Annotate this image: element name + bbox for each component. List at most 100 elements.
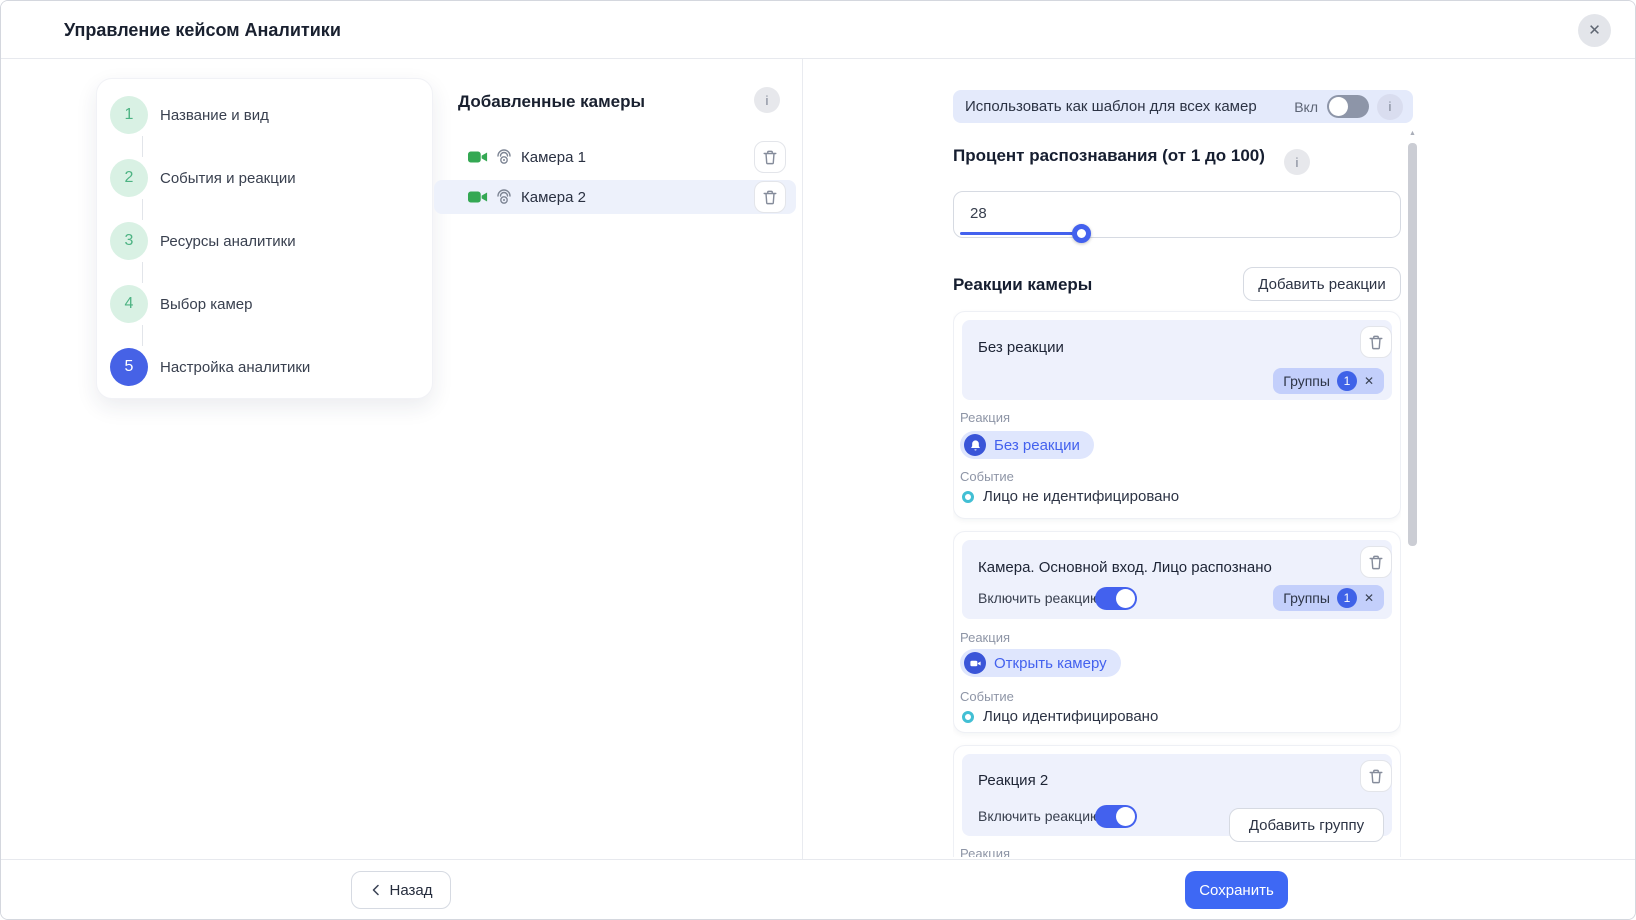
reaction-card-title: Без реакции: [978, 339, 1064, 356]
page-title: Управление кейсом Аналитики: [64, 20, 341, 41]
groups-count-badge: 1: [1337, 371, 1357, 391]
reaction-card: Без реакции Группы 1 ✕ Реакция: [953, 311, 1401, 519]
reaction-card: Камера. Основной вход. Лицо распознано В…: [953, 531, 1401, 733]
cameras-info-button[interactable]: i: [754, 87, 780, 113]
reaction-card-header: Без реакции Группы 1 ✕: [962, 320, 1392, 400]
delete-camera-button[interactable]: [754, 141, 786, 173]
reaction-label: Реакция: [960, 630, 1010, 645]
step-number: 5: [110, 348, 148, 386]
event-label: Событие: [960, 689, 1014, 704]
chip-remove-icon[interactable]: ✕: [1364, 592, 1374, 604]
groups-chip[interactable]: Группы 1 ✕: [1273, 368, 1384, 394]
delete-reaction-button[interactable]: [1360, 760, 1392, 792]
dialog-header: Управление кейсом Аналитики ✕: [1, 1, 1635, 59]
toggle-knob: [1116, 807, 1135, 826]
step-name-and-type[interactable]: 1 Название и вид: [110, 96, 432, 134]
step-analytics-resources[interactable]: 3 Ресурсы аналитики: [110, 222, 432, 260]
toggle-state-label: Вкл: [1294, 99, 1318, 115]
camera-row[interactable]: Камера 1: [434, 140, 796, 174]
dome-camera-icon: [495, 189, 513, 205]
scroll-up-arrow[interactable]: ▲: [1408, 129, 1417, 139]
event-row: Лицо не идентифицировано: [962, 488, 1179, 505]
step-analytics-settings[interactable]: 5 Настройка аналитики: [110, 348, 432, 386]
reaction-card: Реакция 2 Включить реакцию Добавить груп…: [953, 745, 1401, 857]
column-divider: [802, 59, 803, 859]
step-events-reactions[interactable]: 2 События и реакции: [110, 159, 432, 197]
reaction-type-chip[interactable]: Без реакции: [960, 431, 1094, 459]
enable-reaction-toggle[interactable]: [1095, 805, 1137, 828]
info-icon: i: [766, 93, 769, 108]
close-button[interactable]: ✕: [1578, 14, 1611, 47]
add-group-button[interactable]: Добавить группу: [1229, 808, 1384, 842]
delete-reaction-button[interactable]: [1360, 546, 1392, 578]
step-camera-select[interactable]: 4 Выбор камер: [110, 285, 432, 323]
percent-slider-track: [960, 232, 1082, 235]
toggle-knob: [1329, 97, 1348, 116]
percent-slider-handle[interactable]: [1072, 224, 1091, 243]
chevron-left-icon: [370, 884, 382, 896]
recognition-percent-input[interactable]: [970, 205, 1050, 222]
step-connector: [142, 199, 143, 220]
template-label: Использовать как шаблон для всех камер: [965, 98, 1294, 115]
step-connector: [142, 136, 143, 157]
recognition-percent-field: [953, 191, 1401, 238]
step-number: 1: [110, 96, 148, 134]
close-icon: ✕: [1588, 22, 1601, 39]
panel-scrollbar[interactable]: ▲: [1408, 129, 1417, 857]
scrollbar-thumb[interactable]: [1408, 143, 1417, 546]
delete-camera-button[interactable]: [754, 181, 786, 213]
percent-info-button[interactable]: i: [1284, 149, 1310, 175]
back-button[interactable]: Назад: [351, 871, 451, 909]
dialog-body: 1 Название и вид 2 События и реакции 3 Р…: [1, 59, 1636, 859]
step-number: 2: [110, 159, 148, 197]
added-cameras-heading: Добавленные камеры: [458, 92, 645, 112]
step-number: 3: [110, 222, 148, 260]
camera-name: Камера 2: [521, 189, 754, 206]
dialog-footer: Назад Сохранить: [1, 859, 1635, 920]
chip-remove-icon[interactable]: ✕: [1364, 375, 1374, 387]
recognition-percent-heading: Процент распознавания (от 1 до 100): [953, 146, 1265, 166]
enable-reaction-toggle[interactable]: [1095, 587, 1137, 610]
camera-reactions-heading: Реакции камеры: [953, 275, 1092, 295]
video-camera-icon: [468, 189, 488, 205]
step-number: 4: [110, 285, 148, 323]
enable-reaction-label: Включить реакцию: [978, 808, 1101, 824]
template-toggle[interactable]: [1327, 95, 1369, 118]
camera-name: Камера 1: [521, 149, 754, 166]
trash-icon: [762, 189, 778, 206]
save-button[interactable]: Сохранить: [1185, 871, 1288, 909]
open-camera-icon: [964, 652, 986, 674]
enable-reaction-label: Включить реакцию: [978, 590, 1101, 606]
reaction-card-header: Реакция 2 Включить реакцию Добавить груп…: [962, 754, 1392, 836]
dome-camera-icon: [495, 149, 513, 165]
template-info-button[interactable]: i: [1377, 94, 1403, 120]
trash-icon: [762, 149, 778, 166]
trash-icon: [1368, 334, 1384, 351]
reaction-card-title: Камера. Основной вход. Лицо распознано: [978, 559, 1272, 576]
event-status-icon: [962, 711, 974, 723]
reaction-type-chip[interactable]: Открыть камеру: [960, 649, 1121, 677]
analytics-case-dialog: Управление кейсом Аналитики ✕ 1 Название…: [0, 0, 1636, 920]
step-connector: [142, 262, 143, 283]
trash-icon: [1368, 554, 1384, 571]
analytics-settings-panel: Процент распознавания (от 1 до 100) i Ре…: [953, 129, 1401, 857]
video-camera-icon: [468, 149, 488, 165]
reaction-label: Реакция: [960, 846, 1010, 857]
step-connector: [142, 325, 143, 346]
reaction-label: Реакция: [960, 410, 1010, 425]
wizard-stepper: 1 Название и вид 2 События и реакции 3 Р…: [96, 78, 433, 399]
event-label: Событие: [960, 469, 1014, 484]
groups-count-badge: 1: [1337, 588, 1357, 608]
info-icon: i: [1296, 155, 1299, 170]
camera-row-selected[interactable]: Камера 2: [434, 180, 796, 214]
reaction-card-header: Камера. Основной вход. Лицо распознано В…: [962, 540, 1392, 619]
no-reaction-icon: [964, 434, 986, 456]
event-row: Лицо идентифицировано: [962, 708, 1158, 725]
trash-icon: [1368, 768, 1384, 785]
reaction-card-title: Реакция 2: [978, 772, 1048, 789]
groups-chip[interactable]: Группы 1 ✕: [1273, 585, 1384, 611]
delete-reaction-button[interactable]: [1360, 326, 1392, 358]
add-reactions-button[interactable]: Добавить реакции: [1243, 267, 1401, 301]
event-status-icon: [962, 491, 974, 503]
toggle-knob: [1116, 589, 1135, 608]
